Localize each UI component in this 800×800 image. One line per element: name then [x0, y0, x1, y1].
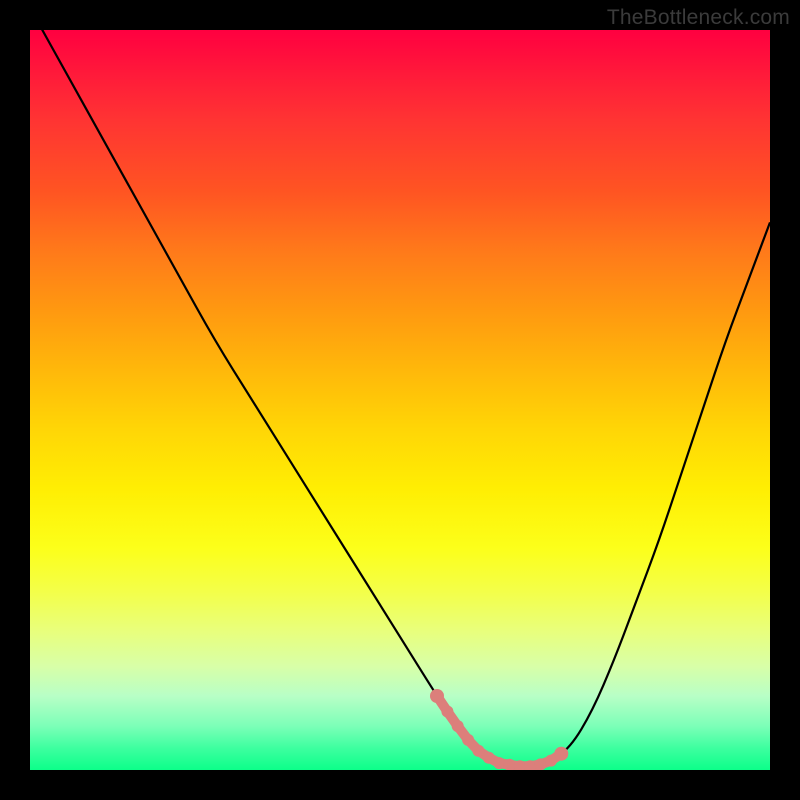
trough-dot [452, 720, 464, 732]
watermark-text: TheBottleneck.com [607, 6, 790, 30]
trough-dot [493, 757, 505, 769]
plot-area [30, 30, 770, 770]
chart-svg [30, 30, 770, 770]
trough-dot [483, 752, 495, 764]
trough-dot [472, 745, 484, 757]
trough-dot [430, 689, 444, 703]
trough-stroke [437, 696, 561, 766]
trough-dot [524, 760, 536, 770]
trough-markers [430, 689, 568, 770]
bottleneck-curve [30, 30, 770, 766]
trough-dot [441, 706, 453, 718]
curve-group [30, 30, 770, 766]
trough-dot [462, 734, 474, 746]
trough-dot [535, 758, 547, 770]
trough-dot [504, 759, 516, 770]
trough-dot [545, 755, 557, 767]
chart-frame: TheBottleneck.com [0, 0, 800, 800]
trough-dot [554, 747, 568, 761]
trough-dot [514, 760, 526, 770]
